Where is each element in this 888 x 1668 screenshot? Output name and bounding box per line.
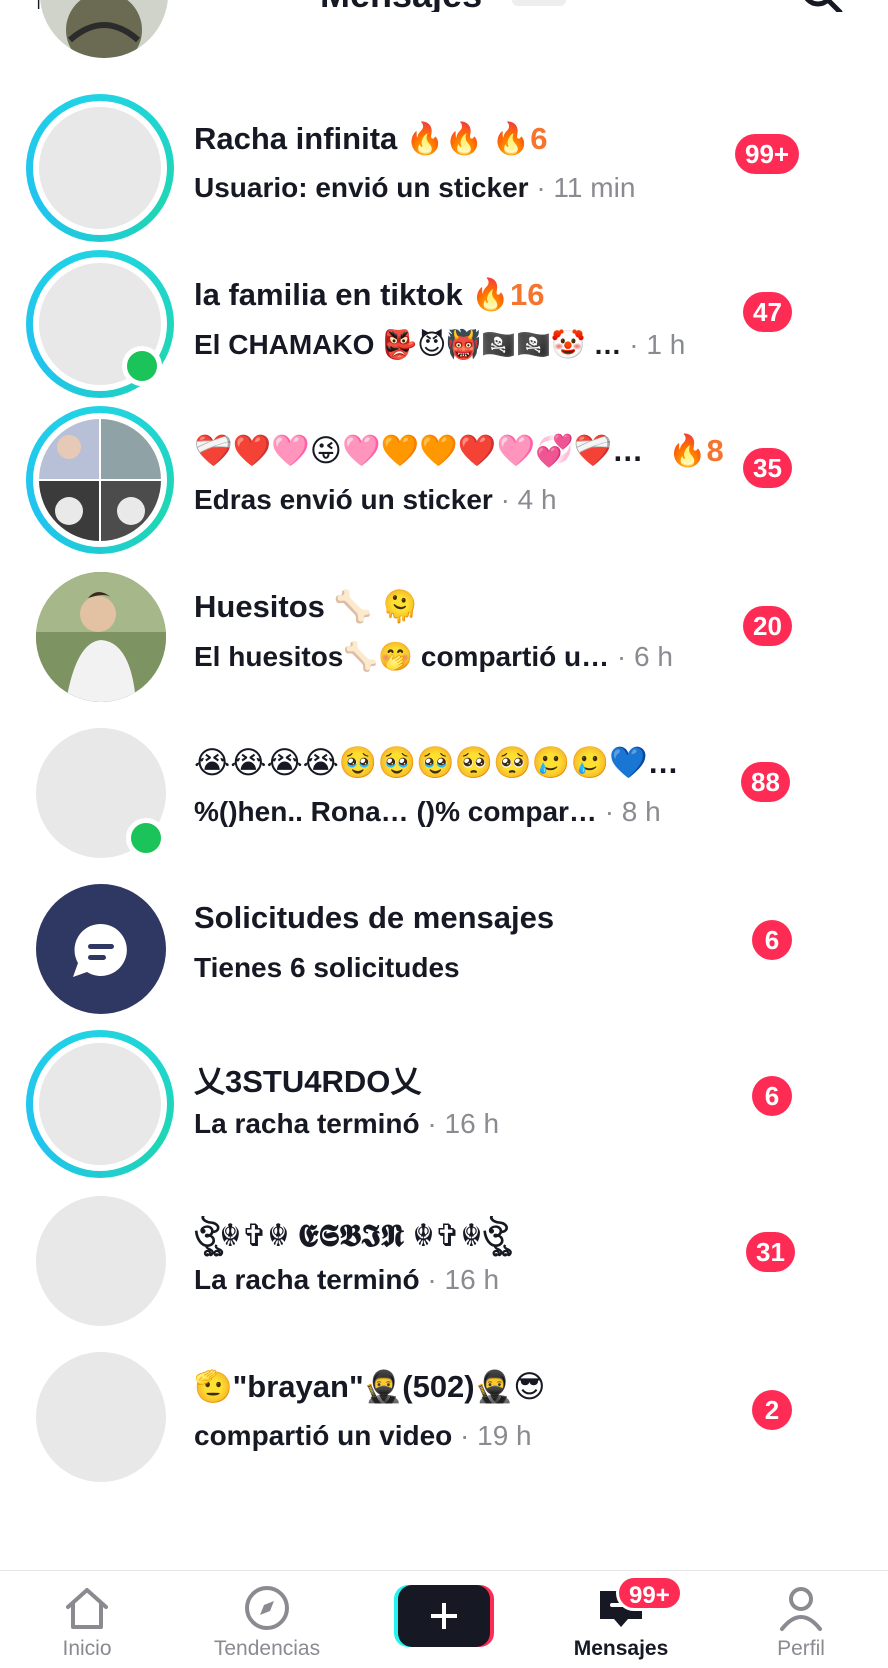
chat-bubble-icon — [73, 923, 127, 977]
avatar[interactable] — [26, 406, 174, 554]
list-item[interactable]: 乂3STU4RDO乂 La racha terminó · 16 h 6 — [0, 1026, 888, 1178]
conversation-preview: La racha terminó · 16 h — [194, 1108, 500, 1139]
list-item[interactable]: ঔৣ☬✞☬ 𝕰𝕾𝕭𝕴𝕹 ☬✞☬ঔৣ La racha terminó · 16 … — [0, 1182, 888, 1332]
conversation-name: ঔৣ☬✞☬ 𝕰𝕾𝕭𝕴𝕹 ☬✞☬ঔৣ — [194, 1218, 508, 1253]
search-icon[interactable] — [800, 0, 844, 12]
conversation-name: Solicitudes de mensajes — [194, 900, 555, 935]
list-item[interactable]: ❤️‍🩹❤️🩷😜🩷🧡🧡❤️🩷💞❤️‍🩹… 🔥8 Edras envió un s… — [0, 402, 888, 554]
profile-icon — [780, 1587, 822, 1631]
partial-avatar[interactable] — [40, 0, 168, 58]
conversation-name: la familia en tiktok 🔥16 — [194, 277, 545, 312]
avatar[interactable] — [26, 250, 174, 398]
streak-count: 🔥6 — [491, 121, 548, 156]
conversation-name: 乂3STU4RDO乂 — [194, 1064, 422, 1099]
unread-badge: 88 — [741, 762, 790, 802]
conversation-preview: Tienes 6 solicitudes — [194, 952, 460, 983]
avatar[interactable] — [26, 1186, 174, 1334]
status-chip[interactable] — [512, 0, 566, 6]
bottom-nav: Inicio Tendencias Mensajes 99+ Perfil — [0, 1570, 888, 1668]
unread-badge: 35 — [743, 448, 792, 488]
conversation-name: 😭😭😭😭🥹🥹🥹🥺🥺🥲🥲💙… — [194, 745, 679, 780]
page-title: Mensajes — [320, 0, 482, 12]
nav-profile-label: Perfil — [777, 1637, 825, 1660]
timestamp: · 11 min — [528, 172, 636, 203]
timestamp: · 8 h — [596, 796, 661, 827]
timestamp: · 4 h — [492, 484, 557, 515]
avatar[interactable] — [26, 562, 174, 710]
conversation-name: 🫡"brayan"🥷(502)🥷😎 — [194, 1369, 546, 1404]
unread-badge: 6 — [752, 1076, 792, 1116]
conversation-preview: El huesitos🦴🤭 compartió u… · 6 h — [194, 641, 673, 672]
conversation-preview: compartió un video · 19 h — [194, 1420, 532, 1451]
avatar[interactable] — [26, 94, 174, 242]
unread-badge: 6 — [752, 920, 792, 960]
avatar[interactable] — [26, 1030, 174, 1178]
nav-home[interactable]: Inicio — [12, 1581, 162, 1661]
nav-messages-label: Mensajes — [573, 1637, 669, 1660]
unread-badge: 47 — [743, 292, 792, 332]
conversation-name: ❤️‍🩹❤️🩷😜🩷🧡🧡❤️🩷💞❤️‍🩹… 🔥8 — [194, 433, 724, 468]
message-requests-avatar[interactable] — [26, 874, 174, 1022]
nav-trends[interactable]: Tendencias — [192, 1581, 342, 1661]
streak-count: 🔥8 — [667, 433, 724, 468]
list-item[interactable]: 😭😭😭😭🥹🥹🥹🥺🥺🥲🥲💙… %()hen.. Rona… ()% compar…… — [0, 714, 888, 864]
message-requests-row[interactable]: Solicitudes de mensajes Tienes 6 solicit… — [0, 870, 888, 1020]
list-item[interactable]: Huesitos 🦴 🫠 El huesitos🦴🤭 compartió u… … — [0, 558, 888, 708]
list-item[interactable]: Racha infinita 🔥🔥 🔥6 Usuario: envió un s… — [0, 90, 888, 242]
timestamp: · 1 h — [621, 329, 686, 360]
timestamp: · 16 h — [419, 1108, 500, 1139]
create-button[interactable] — [394, 1585, 494, 1647]
conversation-preview: %()hen.. Rona… ()% compar… · 8 h — [194, 796, 661, 827]
list-item[interactable]: la familia en tiktok 🔥16 El CHAMAKO 👺😈👹🏴… — [0, 246, 888, 398]
conversation-preview: Usuario: envió un sticker · 11 min — [194, 172, 636, 203]
unread-badge: 20 — [743, 606, 792, 646]
online-indicator — [126, 818, 166, 858]
timestamp: · 19 h — [452, 1420, 532, 1451]
conversation-preview: La racha terminó · 16 h — [194, 1264, 500, 1295]
online-indicator — [122, 346, 162, 386]
unread-badge: 31 — [746, 1232, 795, 1272]
home-icon — [66, 1588, 108, 1629]
messages-badge: 99+ — [616, 1575, 683, 1611]
conversation-name: Racha infinita 🔥🔥 🔥6 — [194, 121, 548, 156]
nav-trends-label: Tendencias — [213, 1637, 321, 1660]
list-item[interactable]: 🫡"brayan"🥷(502)🥷😎 compartió un video · 1… — [0, 1338, 888, 1488]
conversation-name: Huesitos 🦴 🫠 — [194, 589, 420, 624]
unread-badge: 2 — [752, 1390, 792, 1430]
timestamp: · 16 h — [419, 1264, 500, 1295]
avatar[interactable] — [26, 718, 174, 866]
conversation-preview: El CHAMAKO 👺😈👹🏴‍☠️🏴‍☠️🤡 … · 1 h — [194, 329, 686, 360]
streak-count: 🔥16 — [471, 277, 545, 312]
compass-icon — [245, 1586, 289, 1630]
avatar[interactable] — [26, 1342, 174, 1490]
nav-profile[interactable]: Perfil — [726, 1581, 876, 1661]
nav-home-label: Inicio — [62, 1637, 112, 1660]
timestamp: · 6 h — [609, 641, 673, 672]
unread-badge: 99+ — [735, 134, 800, 174]
conversation-preview: Edras envió un sticker · 4 h — [194, 484, 557, 515]
